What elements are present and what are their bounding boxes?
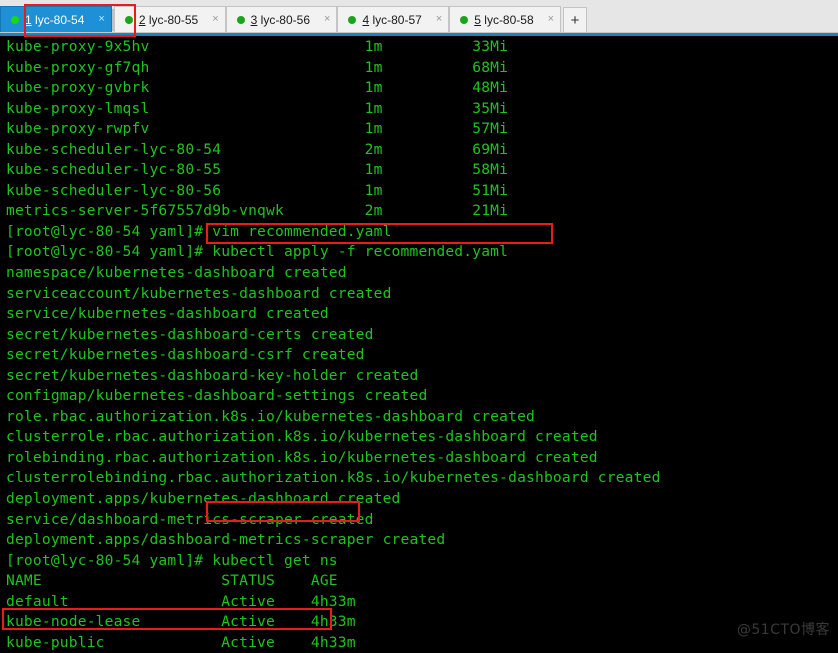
terminal-line: kube-proxy-gf7qh 1m 68Mi <box>6 58 509 76</box>
terminal-line: [root@lyc-80-54 yaml]# kubectl apply -f … <box>6 243 509 261</box>
terminal-line: deployment.apps/dashboard-metrics-scrape… <box>6 531 446 549</box>
terminal-line: role.rbac.authorization.k8s.io/kubernete… <box>6 407 536 425</box>
terminal-tab-5[interactable]: 5 lyc-80-58 × <box>449 6 562 32</box>
terminal-line: clusterrole.rbac.authorization.k8s.io/ku… <box>6 428 598 446</box>
terminal-line: kube-proxy-lmqsl 1m 35Mi <box>6 99 509 117</box>
terminal-line: NAME STATUS AGE <box>6 572 338 590</box>
terminal-tab-4[interactable]: 4 lyc-80-57 × <box>337 6 450 32</box>
watermark: @51CTO博客 <box>736 622 830 638</box>
terminal-line: kube-scheduler-lyc-80-56 1m 51Mi <box>6 181 509 199</box>
terminal-line: kube-public Active 4h33m <box>6 633 356 651</box>
terminal-line: clusterrolebinding.rbac.authorization.k8… <box>6 469 661 487</box>
terminal-screen: kube-proxy-9x5hv 1m 33Mi kube-proxy-gf7qh… <box>6 37 661 653</box>
terminal-line: serviceaccount/kubernetes-dashboard crea… <box>6 284 392 302</box>
tab-label: 4 lyc-80-57 <box>362 12 422 27</box>
tab-label: 3 lyc-80-56 <box>250 12 310 27</box>
terminal-line: service/kubernetes-dashboard created <box>6 305 329 323</box>
terminal-tab-3[interactable]: 3 lyc-80-56 × <box>225 6 338 32</box>
tab-close-icon[interactable]: × <box>428 14 442 25</box>
tab-bar: 1 lyc-80-54 × 2 lyc-80-55 × 3 lyc-80-56 … <box>0 0 838 33</box>
terminal-line: secret/kubernetes-dashboard-csrf created <box>6 346 365 364</box>
terminal-tab-2[interactable]: 2 lyc-80-55 × <box>113 6 226 32</box>
terminal-tab-1[interactable]: 1 lyc-80-54 × <box>0 6 112 32</box>
terminal-line: kube-proxy-9x5hv 1m 33Mi <box>6 38 509 55</box>
tab-close-icon[interactable]: × <box>90 14 104 25</box>
tab-status-dot-icon <box>348 15 357 24</box>
tab-status-dot-icon <box>11 15 19 24</box>
tab-close-icon[interactable]: × <box>316 14 330 25</box>
terminal-line: namespace/kubernetes-dashboard created <box>6 264 347 282</box>
terminal-line: rolebinding.rbac.authorization.k8s.io/ku… <box>6 448 598 466</box>
terminal-line: kube-proxy-rwpfv 1m 57Mi <box>6 120 509 138</box>
new-tab-button[interactable]: + <box>563 7 588 32</box>
terminal-output-pane[interactable]: kube-proxy-9x5hv 1m 33Mi kube-proxy-gf7qh… <box>0 36 838 653</box>
tab-label: 5 lyc-80-58 <box>474 12 534 27</box>
terminal-line: kube-proxy-gvbrk 1m 48Mi <box>6 79 509 97</box>
tab-status-dot-icon <box>124 15 133 24</box>
terminal-line: kube-node-lease Active 4h33m <box>6 613 356 631</box>
terminal-line: [root@lyc-80-54 yaml]# kubectl get ns <box>6 551 338 569</box>
tab-status-dot-icon <box>236 15 245 24</box>
terminal-line: [root@lyc-80-54 yaml]# vim recommended.y… <box>6 222 392 240</box>
terminal-line: secret/kubernetes-dashboard-key-holder c… <box>6 366 419 384</box>
tab-status-dot-icon <box>460 15 469 24</box>
tab-close-icon[interactable]: × <box>540 14 554 25</box>
terminal-line: deployment.apps/kubernetes-dashboard cre… <box>6 490 401 508</box>
terminal-line: service/dashboard-metrics-scraper create… <box>6 510 374 528</box>
terminal-line: secret/kubernetes-dashboard-certs create… <box>6 325 374 343</box>
terminal-line: default Active 4h33m <box>6 592 356 610</box>
tab-close-icon[interactable]: × <box>204 14 218 25</box>
terminal-line: kube-scheduler-lyc-80-55 1m 58Mi <box>6 161 509 179</box>
terminal-line: kube-scheduler-lyc-80-54 2m 69Mi <box>6 140 509 158</box>
tab-label: 2 lyc-80-55 <box>138 12 199 27</box>
terminal-line: configmap/kubernetes-dashboard-settings … <box>6 387 428 405</box>
terminal-line: metrics-server-5f67557d9b-vnqwk 2m 21Mi <box>6 202 509 220</box>
tab-label: 1 lyc-80-54 <box>25 12 85 27</box>
